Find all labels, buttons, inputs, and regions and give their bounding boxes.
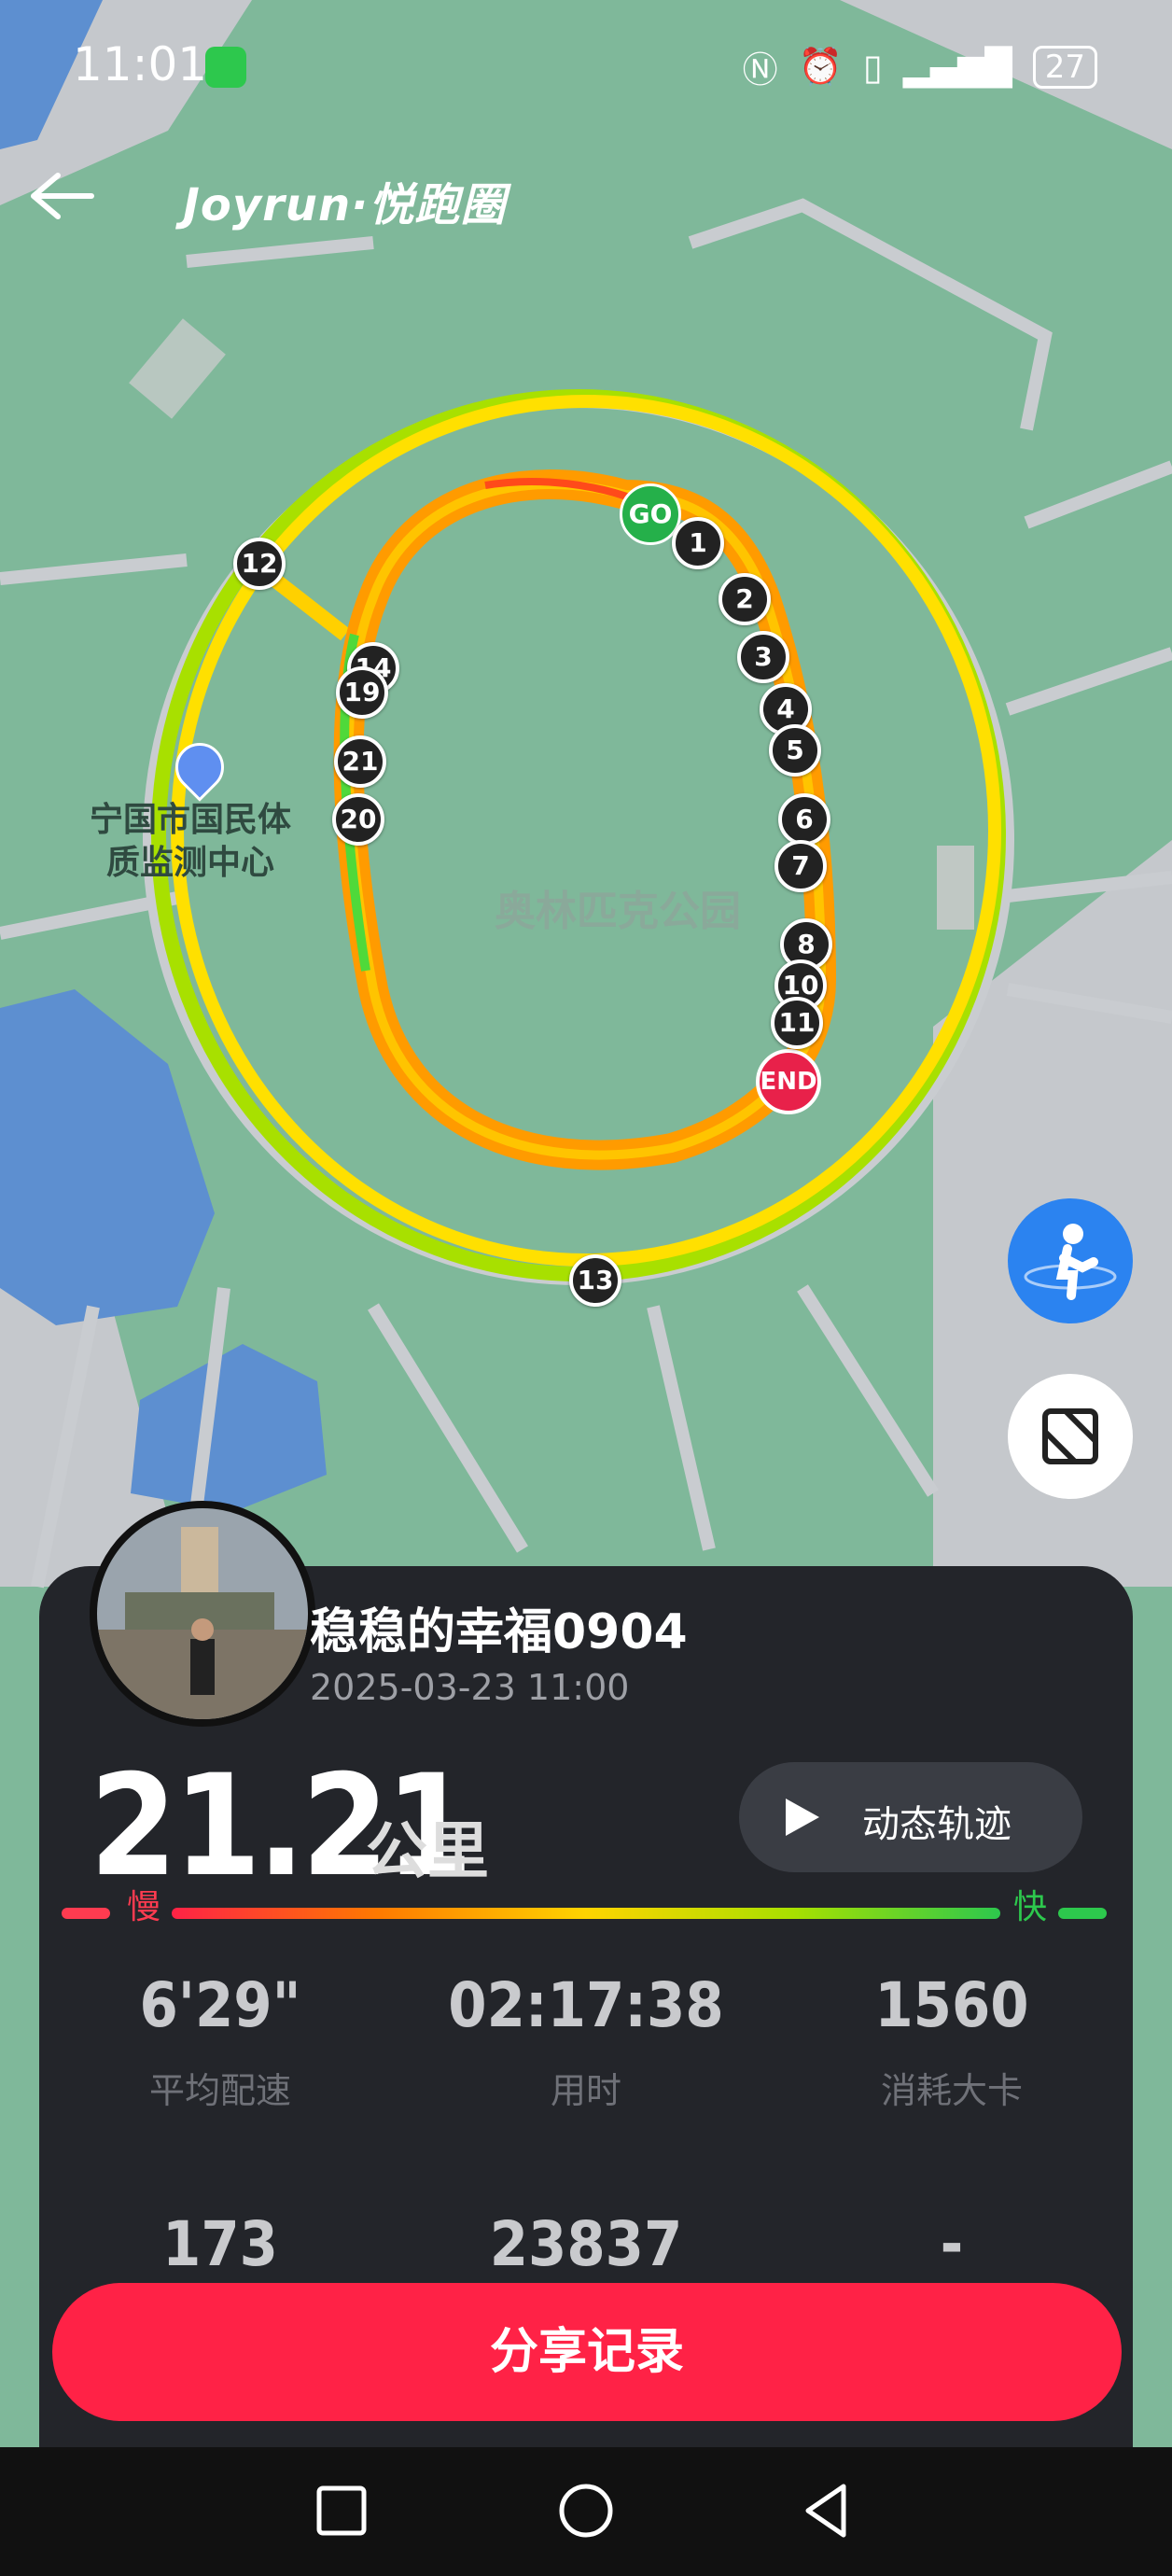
- runner-icon: [1024, 1224, 1117, 1300]
- distance-unit: 公里: [366, 1815, 489, 1887]
- clock: 11:01: [73, 37, 208, 91]
- stat-value: 6'29": [139, 1969, 301, 2041]
- stat-steps: 23837: [446, 2208, 726, 2280]
- stat-label: 平均配速: [148, 2070, 291, 2111]
- alarm-icon: ⏰: [798, 46, 843, 87]
- km-marker: 20: [332, 793, 384, 846]
- end-marker: END: [756, 1049, 821, 1114]
- signal-icon: ▂▄▆█: [902, 46, 1012, 88]
- km-marker: 5: [769, 724, 821, 777]
- back-arrow-icon[interactable]: [26, 168, 97, 224]
- avatar-photo: [97, 1508, 308, 1719]
- app-header: Joyrun·悦跑圈: [0, 149, 1172, 243]
- stat-calories: 1560 消耗大卡: [812, 1969, 1092, 2113]
- km-marker: 1: [672, 517, 724, 569]
- stat-cadence: 173: [80, 2208, 360, 2280]
- km-marker: 2: [719, 573, 771, 625]
- map-layer-icon: [1042, 1408, 1098, 1464]
- stat-value: 02:17:38: [448, 1969, 724, 2041]
- username: 稳稳的幸福0904: [310, 1604, 688, 1660]
- km-marker: 19: [336, 666, 388, 719]
- park-label: 奥林匹克公园: [495, 888, 741, 935]
- km-marker: 11: [771, 997, 823, 1049]
- play-icon: [786, 1799, 819, 1836]
- run-datetime: 2025-03-23 11:00: [310, 1667, 630, 1708]
- stat-other: -: [812, 2208, 1092, 2280]
- pace-bar-slow-segment: [62, 1908, 110, 1919]
- user-avatar[interactable]: [90, 1501, 315, 1727]
- status-bar: 11:01 Ⓝ ⏰ ▯ ▂▄▆█ 27: [0, 0, 1172, 131]
- nfc-icon: Ⓝ: [742, 49, 778, 91]
- stat-duration: 02:17:38 用时: [446, 1969, 726, 2113]
- share-record-button[interactable]: 分享记录: [52, 2283, 1122, 2421]
- km-marker: 21: [334, 735, 386, 788]
- stat-value: -: [940, 2208, 964, 2280]
- pace-slow-label: 慢: [127, 1888, 161, 1926]
- stat-value: 1560: [874, 1969, 1029, 2041]
- pace-fast-label: 快: [1013, 1888, 1048, 1926]
- stat-value: 173: [162, 2208, 278, 2280]
- run-mode-button[interactable]: [1008, 1198, 1133, 1323]
- recents-icon[interactable]: [304, 2473, 379, 2548]
- poi-label-line2: 质监测中心: [105, 844, 274, 882]
- home-icon[interactable]: [549, 2473, 623, 2548]
- map-view-toggle-button[interactable]: [1008, 1374, 1133, 1499]
- stat-avg-pace: 6'29" 平均配速: [80, 1969, 360, 2113]
- pace-gradient-bar: [172, 1908, 1000, 1919]
- stat-value: 23837: [489, 2208, 683, 2280]
- km-marker: 12: [233, 538, 286, 590]
- poi-label-line1: 宁国市国民体: [89, 801, 291, 839]
- wechat-notification-icon: [205, 47, 246, 88]
- pace-legend: [62, 1895, 1110, 1932]
- km-marker: 3: [737, 631, 789, 683]
- stat-label: 用时: [550, 2070, 621, 2111]
- poi-label[interactable]: 宁国市国民体 质监测中心: [78, 799, 302, 885]
- vibrate-icon: ▯: [862, 46, 883, 88]
- track-replay-button[interactable]: 动态轨迹: [739, 1762, 1082, 1872]
- status-icons: Ⓝ ⏰ ▯ ▂▄▆█ 27: [743, 41, 1097, 92]
- km-marker: 13: [569, 1254, 621, 1307]
- pace-bar-fast-segment: [1058, 1908, 1107, 1919]
- stat-label: 消耗大卡: [880, 2070, 1023, 2111]
- battery-icon: 27: [1032, 45, 1097, 89]
- km-marker: 6: [778, 793, 830, 846]
- app-brand-logo: Joyrun·悦跑圈: [183, 179, 507, 231]
- km-marker: 7: [774, 840, 827, 892]
- system-navigation-bar: [0, 2447, 1172, 2576]
- back-icon[interactable]: [791, 2473, 866, 2548]
- track-replay-label: 动态轨迹: [862, 1803, 1012, 1846]
